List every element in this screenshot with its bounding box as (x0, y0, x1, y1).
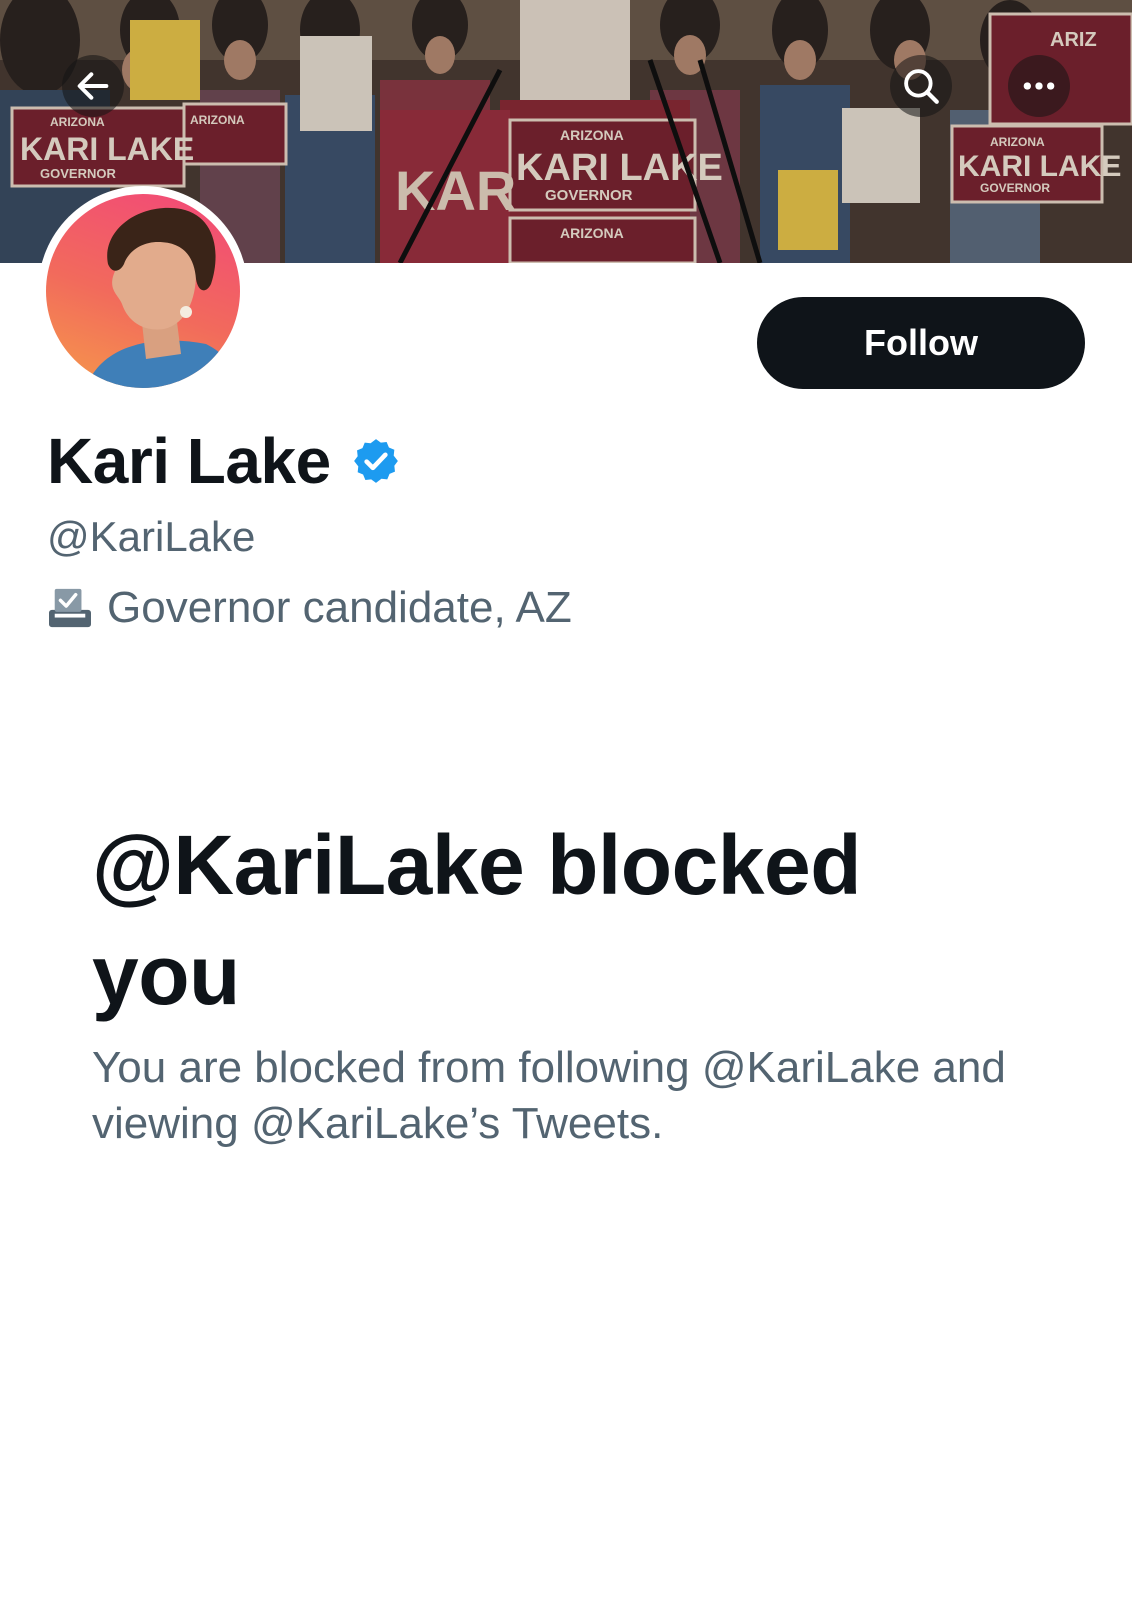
search-button[interactable] (890, 55, 952, 117)
more-button[interactable] (1008, 55, 1070, 117)
avatar-portrait (86, 207, 240, 388)
back-button[interactable] (62, 55, 124, 117)
profile-handle: @KariLake (47, 513, 256, 560)
bio-row: Governor candidate, AZ (47, 582, 572, 634)
blocked-title: @KariLake blocked you (92, 818, 862, 1022)
more-horizontal-icon (1023, 82, 1055, 90)
profile-bio: Governor candidate, AZ (107, 583, 572, 632)
arrow-left-icon (77, 72, 109, 100)
avatar-border (38, 186, 248, 396)
search-icon (904, 69, 939, 104)
display-name: Kari Lake (47, 425, 331, 497)
display-name-row: Kari Lake (47, 425, 401, 497)
follow-button[interactable]: Follow (757, 297, 1085, 389)
verified-badge-icon[interactable] (351, 436, 401, 486)
ballot-box-icon (49, 588, 91, 628)
avatar[interactable] (46, 194, 240, 388)
blocked-description: You are blocked from following @KariLake… (92, 1043, 1006, 1148)
